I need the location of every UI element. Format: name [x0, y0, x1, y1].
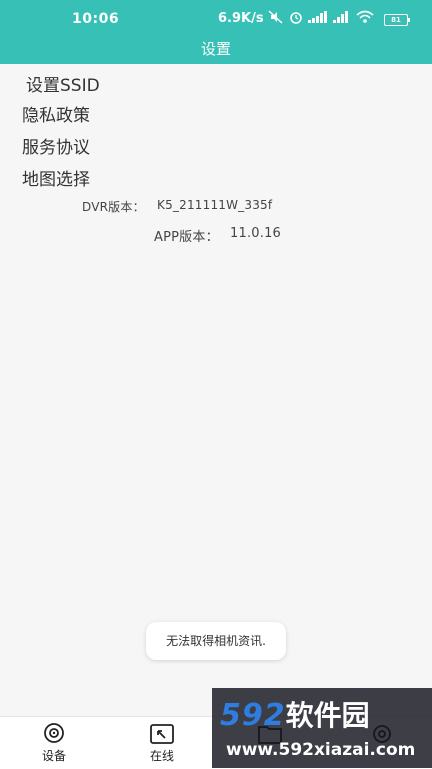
menu-item-map-selection[interactable]: 地图选择 — [22, 166, 90, 194]
tab-devices[interactable]: 设备 — [24, 723, 84, 764]
online-icon — [149, 723, 175, 745]
alarm-icon — [290, 12, 302, 24]
watermark-digits: 592 — [220, 698, 286, 733]
header: 10:06 6.9K/s 81 设置 — [0, 0, 432, 64]
menu-item-ssid[interactable]: 设置SSID — [26, 72, 100, 100]
battery-icon: 81 — [384, 14, 410, 26]
watermark: 592软件园 www.592xiazai.com — [212, 688, 432, 768]
status-icons — [268, 10, 374, 24]
watermark-url: www.592xiazai.com — [226, 740, 416, 760]
tab-devices-label: 设备 — [41, 749, 66, 763]
page-title: 设置 — [200, 40, 231, 58]
wifi-icon — [356, 10, 374, 23]
status-time: 10:06 — [72, 11, 120, 27]
mute-icon — [268, 10, 283, 24]
app-version-value: 11.0.16 — [230, 226, 282, 241]
watermark-brand: 592软件园 — [220, 694, 370, 734]
network-speed: 6.9K/s — [218, 11, 264, 26]
menu-item-service-agreement[interactable]: 服务协议 — [22, 134, 90, 162]
dvr-version-value: K5_211111W_335f — [157, 198, 273, 212]
menu-item-privacy-policy[interactable]: 隐私政策 — [22, 102, 90, 130]
dvr-version-label: DVR版本： — [82, 200, 145, 214]
toast-message: 无法取得相机资讯. — [146, 622, 286, 660]
signal-icon-2 — [333, 11, 348, 23]
status-bar: 10:06 6.9K/s 81 — [0, 0, 432, 38]
tab-online-label: 在线 — [149, 749, 174, 763]
signal-icon — [308, 11, 327, 23]
tab-online[interactable]: 在线 — [132, 723, 192, 764]
app-version-label: APP版本： — [154, 230, 219, 245]
camera-icon — [41, 723, 67, 745]
watermark-text: 软件园 — [285, 699, 370, 732]
